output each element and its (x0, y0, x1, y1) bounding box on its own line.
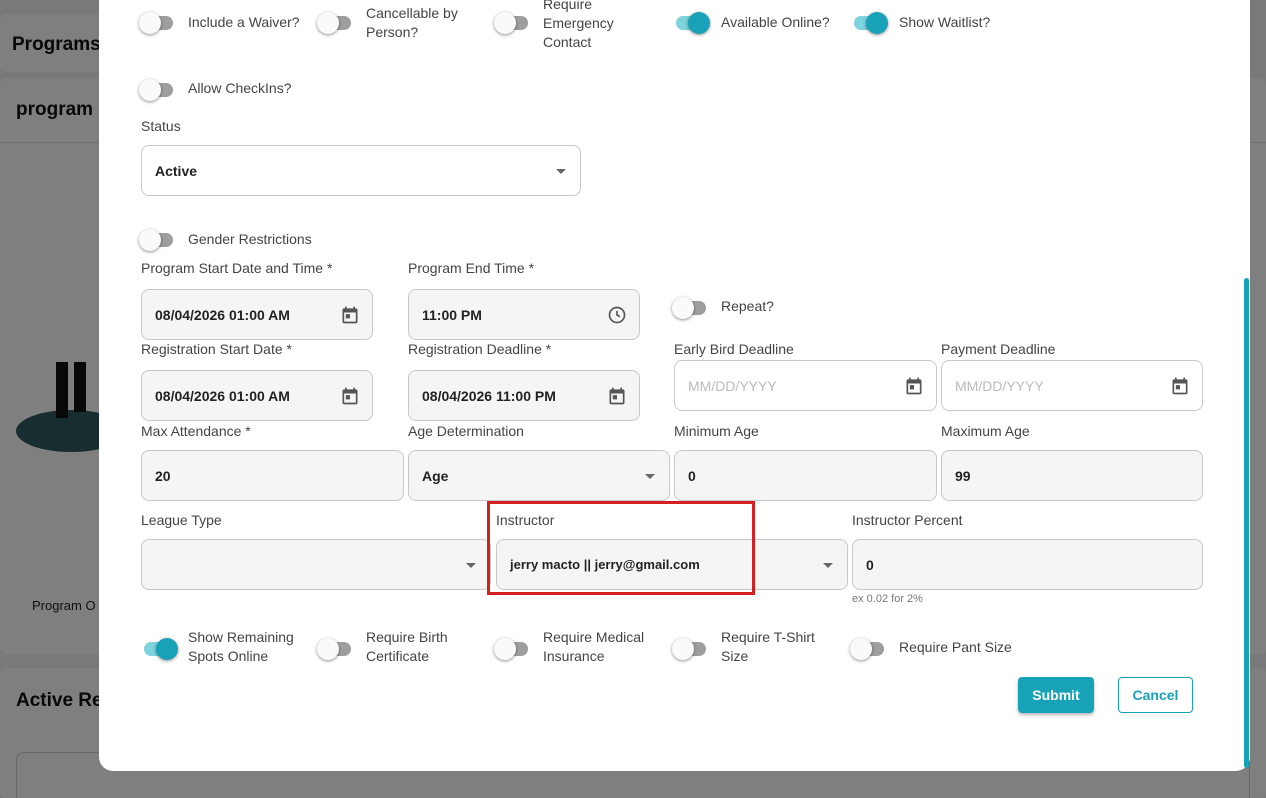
cancel-button[interactable]: Cancel (1118, 677, 1193, 713)
payment-deadline-input[interactable]: MM/DD/YYYY (941, 360, 1203, 411)
status-value: Active (155, 162, 198, 179)
registration-start-input[interactable]: 08/04/2026 01:00 AM (141, 370, 373, 421)
program-end-label: Program End Time * (408, 260, 535, 276)
max-attendance-input[interactable]: 20 (141, 450, 404, 501)
registration-deadline-value: 08/04/2026 11:00 PM (422, 387, 556, 404)
show-waitlist-toggle[interactable] (852, 12, 888, 34)
repeat-label: Repeat? (721, 298, 774, 314)
instructor-percent-input[interactable]: 0 (852, 539, 1203, 590)
medical-insurance-toggle[interactable] (494, 638, 530, 660)
registration-start-value: 08/04/2026 01:00 AM (155, 387, 290, 404)
age-determination-value: Age (422, 467, 449, 484)
gender-restrictions-toggle[interactable] (139, 229, 175, 251)
age-determination-select[interactable]: Age (408, 450, 670, 501)
instructor-percent-value: 0 (866, 556, 874, 573)
emergency-contact-toggle[interactable] (494, 12, 530, 34)
available-online-label: Available Online? (721, 14, 830, 30)
birth-certificate-label: Require Birth Certificate (366, 629, 448, 664)
allow-checkins-label: Allow CheckIns? (188, 80, 292, 96)
status-label: Status (141, 118, 181, 134)
age-determination-label: Age Determination (408, 423, 524, 439)
league-type-select[interactable] (141, 539, 491, 590)
minimum-age-label: Minimum Age (674, 423, 759, 439)
chevron-down-icon (645, 473, 655, 479)
program-end-value: 11:00 PM (422, 306, 482, 323)
payment-deadline-placeholder: MM/DD/YYYY (955, 377, 1044, 394)
chevron-down-icon (823, 562, 833, 568)
instructor-percent-label: Instructor Percent (852, 512, 963, 528)
cancellable-toggle[interactable] (317, 12, 353, 34)
medical-insurance-label: Require Medical Insurance (543, 629, 645, 664)
tshirt-size-label: Require T-Shirt Size (721, 629, 815, 664)
early-bird-input[interactable]: MM/DD/YYYY (674, 360, 937, 411)
available-online-toggle[interactable] (674, 12, 710, 34)
modal-scrollbar[interactable] (1244, 278, 1249, 768)
registration-deadline-label: Registration Deadline * (408, 341, 552, 357)
payment-deadline-label: Payment Deadline (941, 341, 1056, 357)
calendar-icon[interactable] (340, 386, 360, 406)
calendar-icon[interactable] (607, 386, 627, 406)
pant-size-toggle[interactable] (850, 638, 886, 660)
calendar-icon[interactable] (340, 305, 360, 325)
registration-deadline-input[interactable]: 08/04/2026 11:00 PM (408, 370, 640, 421)
include-waiver-label: Include a Waiver? (188, 14, 300, 30)
chevron-down-icon (556, 168, 566, 174)
repeat-toggle[interactable] (672, 297, 708, 319)
submit-button[interactable]: Submit (1018, 677, 1094, 713)
maximum-age-value: 99 (955, 467, 971, 484)
birth-certificate-toggle[interactable] (317, 638, 353, 660)
calendar-icon[interactable] (1170, 376, 1190, 396)
maximum-age-label: Maximum Age (941, 423, 1030, 439)
program-start-input[interactable]: 08/04/2026 01:00 AM (141, 289, 373, 340)
gender-restrictions-label: Gender Restrictions (188, 231, 312, 247)
program-end-input[interactable]: 11:00 PM (408, 289, 640, 340)
program-start-label: Program Start Date and Time * (141, 260, 333, 276)
program-start-value: 08/04/2026 01:00 AM (155, 306, 290, 323)
early-bird-placeholder: MM/DD/YYYY (688, 377, 777, 394)
tshirt-size-toggle[interactable] (672, 638, 708, 660)
include-waiver-toggle[interactable] (139, 12, 175, 34)
status-select[interactable]: Active (141, 145, 581, 196)
clock-icon[interactable] (607, 305, 627, 325)
minimum-age-input[interactable]: 0 (674, 450, 937, 501)
max-attendance-label: Max Attendance * (141, 423, 251, 439)
cancellable-label: Cancellable by Person? (366, 5, 458, 40)
max-attendance-value: 20 (155, 467, 171, 484)
emergency-contact-label: Require Emergency Contact (543, 0, 614, 50)
allow-checkins-toggle[interactable] (139, 79, 175, 101)
show-waitlist-label: Show Waitlist? (899, 14, 991, 30)
early-bird-label: Early Bird Deadline (674, 341, 794, 357)
instructor-highlight-box (487, 501, 755, 595)
minimum-age-value: 0 (688, 467, 696, 484)
registration-start-label: Registration Start Date * (141, 341, 292, 357)
show-remaining-spots-toggle[interactable] (142, 638, 178, 660)
chevron-down-icon (466, 562, 476, 568)
show-remaining-spots-label: Show Remaining Spots Online (188, 629, 294, 664)
calendar-icon[interactable] (904, 376, 924, 396)
pant-size-label: Require Pant Size (899, 639, 1012, 655)
instructor-percent-hint: ex 0.02 for 2% (852, 593, 923, 605)
league-type-label: League Type (141, 512, 222, 528)
maximum-age-input[interactable]: 99 (941, 450, 1203, 501)
